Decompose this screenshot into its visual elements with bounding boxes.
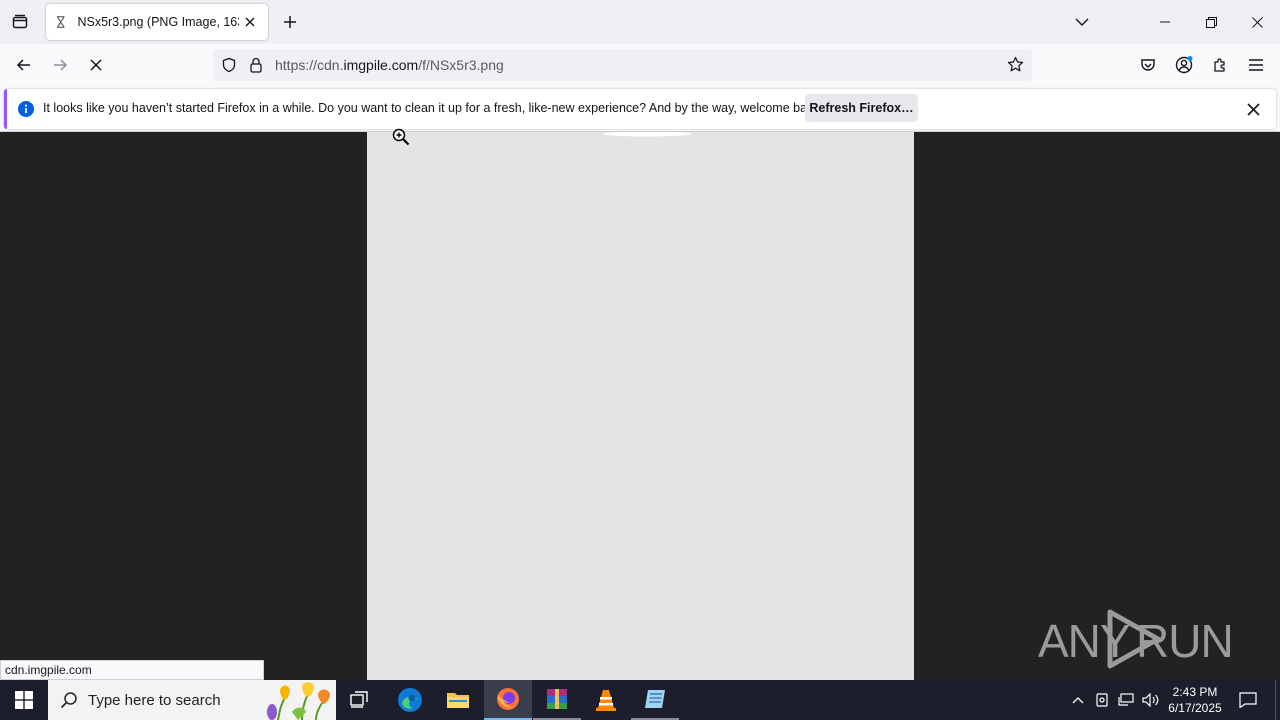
windows-logo-icon — [15, 691, 33, 709]
notification-icon — [1239, 692, 1257, 708]
chevron-down-icon — [1075, 18, 1089, 26]
image-preview[interactable] — [367, 132, 914, 680]
account-icon — [1175, 56, 1193, 74]
start-button[interactable] — [0, 680, 48, 720]
clock-time: 2:43 PM — [1172, 685, 1218, 699]
network-button[interactable] — [1114, 680, 1138, 720]
minimize-icon — [1160, 21, 1170, 23]
close-icon — [245, 17, 255, 27]
page-content — [0, 132, 1280, 680]
edge-browser-icon — [398, 688, 422, 712]
extensions-button[interactable] — [1204, 49, 1236, 81]
vlc-cone-icon — [596, 690, 616, 711]
close-icon — [1251, 16, 1263, 28]
lock-icon[interactable] — [249, 57, 263, 78]
tab-active[interactable]: NSx5r3.png (PNG Image, 16384 × 16384 pix… — [46, 4, 268, 40]
search-placeholder: Type here to search — [88, 691, 221, 709]
forward-button[interactable] — [44, 49, 76, 81]
notification-close-button[interactable] — [1244, 100, 1262, 118]
arrow-left-icon — [16, 59, 30, 71]
firefox-icon — [497, 688, 519, 710]
anyrun-watermark: ANY RUN — [1038, 606, 1238, 676]
new-tab-button[interactable] — [276, 8, 304, 36]
tracking-protection-shield-icon[interactable] — [221, 57, 237, 78]
search-icon — [60, 692, 77, 709]
navigation-toolbar: https://cdn.imgpile.com/f/NSx5r3.png — [0, 44, 1280, 86]
tulips-decoration-icon — [267, 682, 330, 720]
zoom-in-cursor-icon — [392, 128, 410, 146]
action-center-button[interactable] — [1226, 680, 1270, 720]
refresh-firefox-button[interactable]: Refresh Firefox… — [805, 94, 918, 122]
window-close-button[interactable] — [1234, 0, 1280, 44]
minimize-button[interactable] — [1142, 0, 1188, 44]
taskbar-vlc[interactable] — [582, 680, 630, 720]
taskbar-search-box[interactable]: Type here to search — [48, 680, 336, 720]
status-panel: cdn.imgpile.com — [0, 660, 264, 680]
loading-hourglass-icon — [56, 16, 65, 28]
volume-button[interactable] — [1138, 680, 1164, 720]
show-hidden-icons-button[interactable] — [1066, 680, 1090, 720]
back-button[interactable] — [8, 49, 40, 81]
notification-message: It looks like you haven’t started Firefo… — [43, 101, 824, 115]
notification-bar: It looks like you haven’t started Firefo… — [0, 86, 1280, 132]
task-view-button[interactable] — [336, 680, 384, 720]
close-icon — [1246, 102, 1260, 116]
bookmark-star-icon[interactable] — [1007, 56, 1024, 78]
chevron-up-icon — [1072, 697, 1084, 704]
task-view-icon — [350, 691, 368, 708]
taskbar-clock[interactable]: 2:43 PM 6/17/2025 — [1164, 684, 1226, 716]
taskbar-edge[interactable] — [386, 680, 434, 720]
taskbar: Type here to search 2:43 PM 6/17/2025 — [0, 680, 1280, 720]
restore-button[interactable] — [1188, 0, 1234, 44]
speaker-icon — [1142, 693, 1159, 707]
url-bar[interactable]: https://cdn.imgpile.com/f/NSx5r3.png — [213, 49, 1032, 81]
tab-title: NSx5r3.png (PNG Image, 16384 × 16384 pix… — [77, 15, 238, 29]
pocket-icon — [1141, 59, 1155, 71]
pocket-button[interactable] — [1132, 49, 1164, 81]
taskbar-firefox[interactable] — [484, 680, 532, 720]
tray-device-icon-button[interactable] — [1090, 680, 1114, 720]
hamburger-menu-icon — [1249, 59, 1263, 71]
clock-date: 6/17/2025 — [1168, 701, 1222, 715]
network-icon — [1118, 693, 1134, 706]
url-text[interactable]: https://cdn.imgpile.com/f/NSx5r3.png — [275, 57, 504, 73]
tab-strip: NSx5r3.png (PNG Image, 16384 × 16384 pix… — [0, 0, 1280, 44]
list-all-tabs-button[interactable] — [1068, 8, 1096, 36]
taskbar-app[interactable] — [631, 680, 679, 720]
restore-icon — [1205, 16, 1217, 28]
account-button[interactable] — [1168, 49, 1200, 81]
firefox-view-button[interactable] — [6, 8, 34, 36]
taskbar-winrar[interactable] — [533, 680, 581, 720]
app-menu-button[interactable] — [1240, 49, 1272, 81]
taskbar-file-explorer[interactable] — [434, 680, 482, 720]
tab-close-button[interactable] — [241, 12, 260, 32]
notepad-app-icon — [645, 690, 665, 708]
arrow-right-icon — [54, 59, 68, 71]
firefox-view-icon — [12, 14, 28, 29]
puzzle-piece-icon — [1214, 58, 1225, 72]
folder-icon — [447, 693, 469, 708]
plus-icon — [284, 16, 296, 28]
device-icon — [1096, 693, 1108, 707]
winrar-icon — [547, 689, 567, 709]
stop-x-icon — [90, 59, 102, 71]
stop-button[interactable] — [80, 49, 112, 81]
show-desktop-button[interactable] — [1275, 680, 1280, 720]
watermark-text-right: RUN — [1136, 615, 1234, 667]
info-icon — [18, 101, 34, 122]
image-top-highlight — [602, 132, 692, 137]
notification-panel: It looks like you haven’t started Firefo… — [4, 89, 1276, 129]
